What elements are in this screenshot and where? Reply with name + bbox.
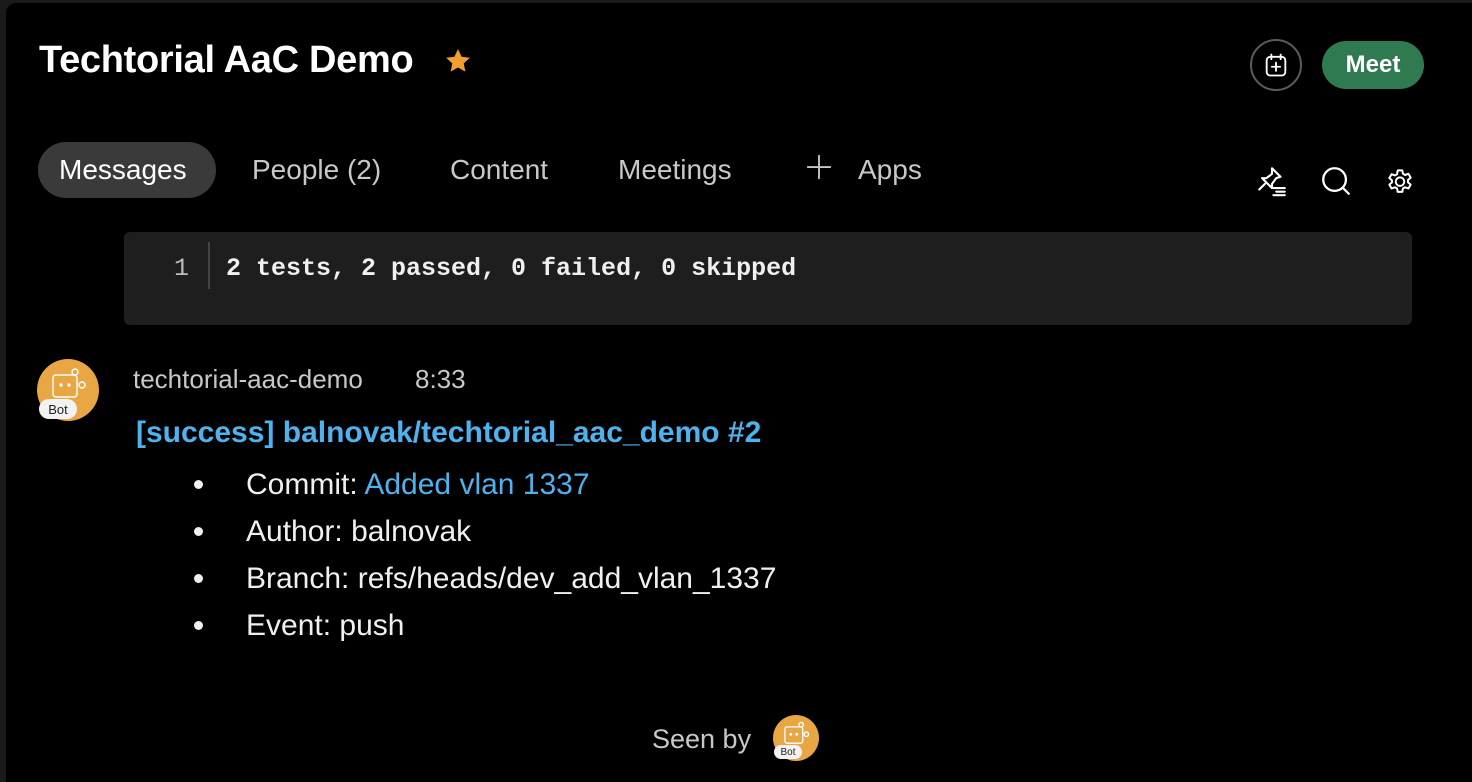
tab-apps-label: Apps — [858, 154, 922, 185]
event-value: push — [339, 609, 405, 642]
message-sender[interactable]: techtorial-aac-demo — [133, 364, 363, 395]
search-icon — [1322, 167, 1350, 195]
space-window: Techtorial AaC Demo Meet Messages People… — [6, 3, 1472, 782]
bot-badge: Bot — [774, 745, 802, 759]
event-label: Event: — [246, 609, 340, 642]
author-value: balnovak — [351, 515, 472, 548]
pinned-messages-button[interactable] — [1254, 163, 1290, 199]
code-block: 1 2 tests, 2 passed, 0 failed, 0 skipped — [124, 232, 1412, 325]
meet-button[interactable]: Meet — [1322, 41, 1424, 89]
code-line-number: 1 — [174, 254, 190, 283]
list-item: Commit: Added vlan 1337 — [191, 461, 776, 508]
space-title: Techtorial AaC Demo — [39, 39, 414, 81]
bullet-icon — [194, 527, 203, 536]
author-label: Author: — [246, 515, 352, 548]
tab-meetings[interactable]: Meetings — [618, 142, 732, 198]
code-gutter-divider — [208, 242, 210, 289]
tab-content[interactable]: Content — [450, 142, 548, 198]
tab-people[interactable]: People (2) — [252, 142, 381, 198]
list-item: Branch: refs/heads/dev_add_vlan_1337 — [191, 555, 776, 602]
tab-messages[interactable]: Messages — [38, 142, 216, 198]
bot-badge: Bot — [39, 399, 77, 419]
list-item: Author: balnovak — [191, 508, 776, 555]
bullet-icon — [194, 574, 203, 583]
bullet-icon — [194, 621, 203, 630]
code-line-text: 2 tests, 2 passed, 0 failed, 0 skipped — [226, 254, 797, 283]
calendar-add-icon — [1265, 53, 1287, 77]
plus-icon — [806, 154, 832, 180]
branch-value: refs/heads/dev_add_vlan_1337 — [357, 562, 777, 595]
seen-by-label: Seen by — [652, 724, 752, 754]
gear-icon — [1388, 169, 1412, 193]
settings-button[interactable] — [1382, 163, 1418, 199]
commit-label: Commit: — [246, 468, 365, 501]
commit-link[interactable]: Added vlan 1337 — [364, 468, 589, 501]
branch-label: Branch: — [246, 562, 358, 595]
bot-avatar[interactable]: Bot — [37, 359, 99, 421]
bullet-icon — [194, 480, 203, 489]
tab-apps[interactable]: Apps — [804, 142, 922, 198]
message-details-list: Commit: Added vlan 1337 Author: balnovak… — [191, 461, 776, 649]
list-item: Event: push — [191, 602, 776, 649]
message-title-link[interactable]: [success] balnovak/techtorial_aac_demo #… — [136, 416, 761, 450]
schedule-meeting-button[interactable] — [1250, 39, 1302, 91]
search-button[interactable] — [1318, 163, 1354, 199]
message-time: 8:33 — [415, 364, 466, 394]
favorite-star-icon[interactable] — [443, 46, 473, 76]
seen-by-avatar[interactable]: Bot — [773, 715, 819, 761]
pinned-messages-icon — [1258, 167, 1286, 197]
